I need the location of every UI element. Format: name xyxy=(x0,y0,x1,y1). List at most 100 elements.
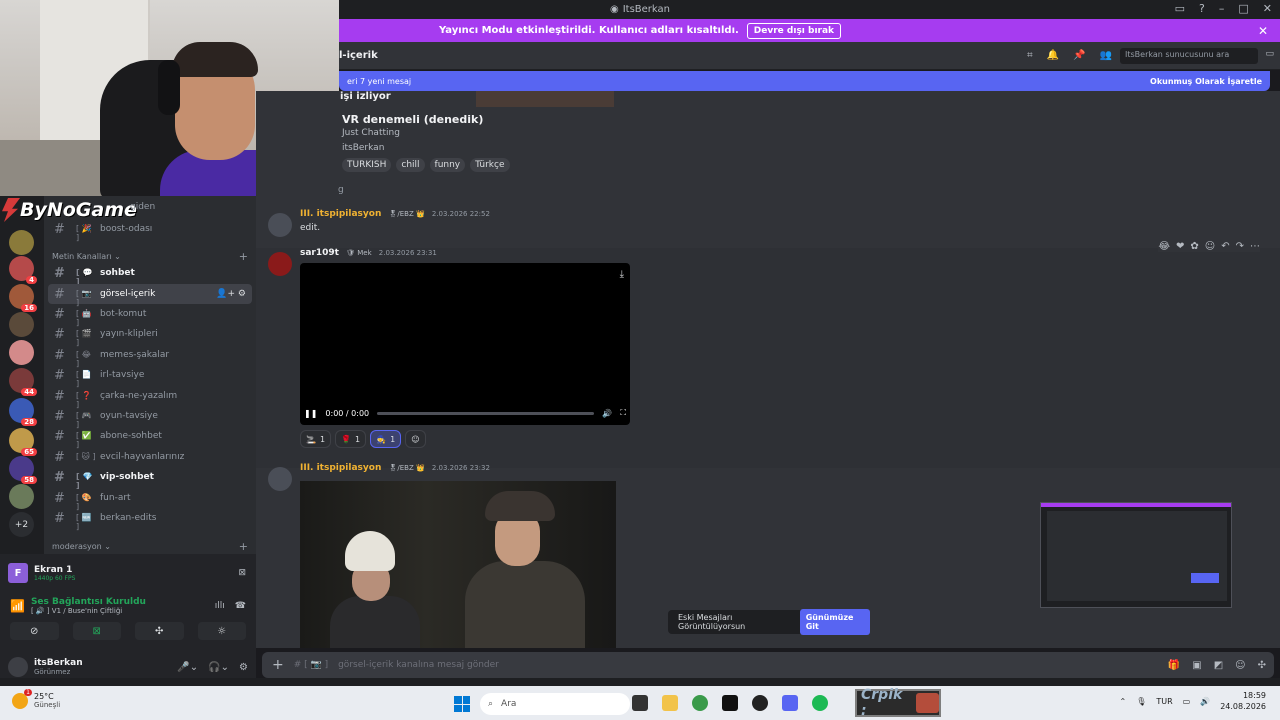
download-icon[interactable]: ⤓ xyxy=(620,269,624,280)
category-moderasyon[interactable]: moderasyon ⌄ + xyxy=(52,539,248,553)
fullscreen-icon[interactable]: ⛶ xyxy=(620,408,626,418)
channel-gorsel-icerik[interactable]: # [ 📷 ] görsel-içerik 👤+ ⚙ xyxy=(48,284,252,307)
disconnect-icon[interactable]: ☎ xyxy=(235,601,246,611)
activities-button[interactable]: ✣ xyxy=(135,622,184,640)
server-icon[interactable]: 58 xyxy=(9,456,37,484)
stream-embed[interactable]: işi izliyor VR denemeli (denedik) Just C… xyxy=(336,91,636,181)
category-text-channels[interactable]: Metin Kanalları ⌄ + xyxy=(52,249,248,263)
video-player[interactable]: ⤓ ❚❚ 0:00 / 0:00 🔊 ⛶ xyxy=(300,263,630,425)
minimize-button[interactable]: – xyxy=(1219,2,1225,15)
message-author[interactable]: sar109t xyxy=(300,248,339,258)
screen-share-card[interactable]: F Ekran 1 1440p 60 FPS ⊠ xyxy=(8,560,246,586)
pause-icon[interactable]: ❚❚ xyxy=(304,409,317,418)
chrome-icon[interactable] xyxy=(692,695,708,711)
server-icon[interactable]: 65 xyxy=(9,428,37,456)
channel-irl-tavsiye[interactable]: # [ 📄 ] irl-tavsiye xyxy=(48,365,252,389)
add-channel-icon[interactable]: + xyxy=(239,540,248,553)
discord-icon[interactable] xyxy=(782,695,798,711)
server-icon[interactable] xyxy=(9,340,34,365)
channel-yayin-klipleri[interactable]: # [ 🎬 ] yayın-klipleri xyxy=(48,324,252,348)
pin-icon[interactable]: 📌 xyxy=(1073,50,1085,61)
add-channel-icon[interactable]: + xyxy=(239,250,248,263)
server-icon[interactable]: 4 xyxy=(9,256,37,284)
attach-icon[interactable]: + xyxy=(272,657,284,673)
volume-icon[interactable]: 🔊 xyxy=(602,409,612,418)
close-window-button[interactable]: ✕ xyxy=(1263,2,1272,15)
voice-connected-label[interactable]: Ses Bağlantısı Kuruldu xyxy=(31,597,146,607)
language-indicator[interactable]: TUR xyxy=(1156,697,1172,706)
maximize-button[interactable]: □ xyxy=(1238,2,1248,15)
inbox-icon[interactable]: ▭ xyxy=(1265,49,1274,59)
heart-reaction-icon[interactable]: ❤ xyxy=(1176,241,1184,252)
clock[interactable]: 18:59 24.08.2026 xyxy=(1220,690,1266,712)
more-icon[interactable]: ⋯ xyxy=(1250,241,1260,252)
bell-icon[interactable]: 🔔 xyxy=(1047,50,1059,61)
gift-icon[interactable]: 🎁 xyxy=(1168,660,1180,671)
message-composer[interactable]: + # [ 📷 ] görsel-içerik kanalına mesaj g… xyxy=(262,652,1274,678)
channel-fun-art[interactable]: # [ 🎨 ] fun-art xyxy=(48,488,252,512)
chevron-up-icon[interactable]: ⌃ xyxy=(1119,697,1126,706)
stop-stream-icon[interactable]: ⊠ xyxy=(238,568,246,578)
screen-share-button[interactable]: ⊠ xyxy=(72,622,121,640)
task-view-icon[interactable] xyxy=(632,695,648,711)
mark-read-button[interactable]: Okunmuş Olarak İşaretle xyxy=(1150,77,1262,86)
stream-tag[interactable]: Türkçe xyxy=(470,158,510,172)
server-icon[interactable] xyxy=(9,230,34,255)
stream-tag[interactable]: TURKISH xyxy=(342,158,392,172)
threads-icon[interactable]: ⌗ xyxy=(1027,50,1033,61)
camera-off-button[interactable]: ⊘ xyxy=(10,622,59,640)
server-icon[interactable] xyxy=(9,484,34,509)
stream-tag[interactable]: chill xyxy=(396,158,425,172)
forward-icon[interactable]: ↷ xyxy=(1236,241,1244,252)
apps-icon[interactable]: ✣ xyxy=(1258,660,1266,671)
inbox-icon[interactable]: ▭ xyxy=(1175,2,1185,15)
server-icon[interactable]: 16 xyxy=(9,284,37,312)
user-info[interactable]: itsBerkan Görünmez xyxy=(34,658,83,676)
headset-icon[interactable]: 🎧⌄ xyxy=(208,662,229,673)
channel-evcil-hayvanlariniz[interactable]: # [ 🐱 ] evcil-hayvanlarınız xyxy=(48,447,252,467)
avatar[interactable] xyxy=(268,467,292,491)
sticker-icon[interactable]: ◩ xyxy=(1214,660,1223,671)
windows-start-icon[interactable] xyxy=(454,696,470,712)
video-progress-bar[interactable] xyxy=(377,411,595,415)
reaction[interactable]: 🌹 1 xyxy=(335,430,367,448)
close-banner-button[interactable]: ✕ xyxy=(1258,24,1268,38)
voice-channel-label[interactable]: [ 🔊 ] V1 / Buse'nin Çiftliği xyxy=(31,607,146,615)
capcut-icon[interactable] xyxy=(722,695,738,711)
laugh-reaction-icon[interactable]: 😂 xyxy=(1158,241,1170,252)
channel-carka-ne-yazalim[interactable]: # [ ❓ ] çarka-ne-yazalım xyxy=(48,386,252,410)
volume-icon[interactable]: 🔊 xyxy=(1200,697,1210,706)
channel-sohbet[interactable]: # [ 💬 ] sohbet xyxy=(48,263,252,287)
network-icon[interactable]: ▭ xyxy=(1183,697,1191,706)
members-icon[interactable]: 👥 xyxy=(1100,50,1112,61)
server-icon[interactable] xyxy=(9,312,34,337)
spotify-icon[interactable] xyxy=(812,695,828,711)
jump-to-present-button[interactable]: Günümüze Git xyxy=(799,609,870,635)
more-servers-button[interactable]: +2 xyxy=(9,512,34,537)
channel-abone-sohbet[interactable]: # [ ✅ ] abone-sohbet xyxy=(48,426,252,450)
avatar[interactable] xyxy=(8,657,28,677)
channel-settings-icon[interactable]: 👤+ ⚙ xyxy=(216,289,246,299)
search-input[interactable]: ItsBerkan sunucusunu ara xyxy=(1120,48,1258,64)
microphone-icon[interactable]: 🎙 xyxy=(1136,697,1146,706)
channel-memes-sakalar[interactable]: # [ 😂 ] memes-şakalar xyxy=(48,345,252,369)
channel-bot-komut[interactable]: # [ 🤖 ] bot-komut xyxy=(48,304,252,328)
weather-widget[interactable]: 1 25°C Güneşli xyxy=(12,688,60,709)
emoji-reaction-icon[interactable]: ✿ xyxy=(1190,241,1198,252)
channel-berkan-edits[interactable]: # [ 🆕 ] berkan-edits xyxy=(48,508,252,532)
server-icon[interactable]: 28 xyxy=(9,398,37,426)
emoji-icon[interactable]: ☺ xyxy=(1235,660,1245,671)
reaction[interactable]: 🧙 1 xyxy=(370,430,402,448)
message-author[interactable]: III. itspipilasyon xyxy=(300,463,381,473)
noise-suppression-icon[interactable]: ıllı xyxy=(215,601,225,611)
channel-oyun-tavsiye[interactable]: # [ 🎮 ] oyun-tavsiye xyxy=(48,406,252,430)
new-messages-bar[interactable]: eri 7 yeni mesaj Okunmuş Olarak İşaretle xyxy=(339,71,1270,91)
avatar[interactable] xyxy=(268,213,292,237)
stream-tag[interactable]: funny xyxy=(429,158,466,172)
channel-vip-sohbet[interactable]: # [ 💎 ] vip-sohbet xyxy=(48,467,252,491)
file-explorer-icon[interactable] xyxy=(662,695,678,711)
server-icon[interactable]: 44 xyxy=(9,368,37,396)
add-reaction-icon[interactable]: ☺ xyxy=(1205,241,1215,252)
message-author[interactable]: III. itspipilasyon xyxy=(300,209,381,219)
obs-icon[interactable] xyxy=(752,695,768,711)
